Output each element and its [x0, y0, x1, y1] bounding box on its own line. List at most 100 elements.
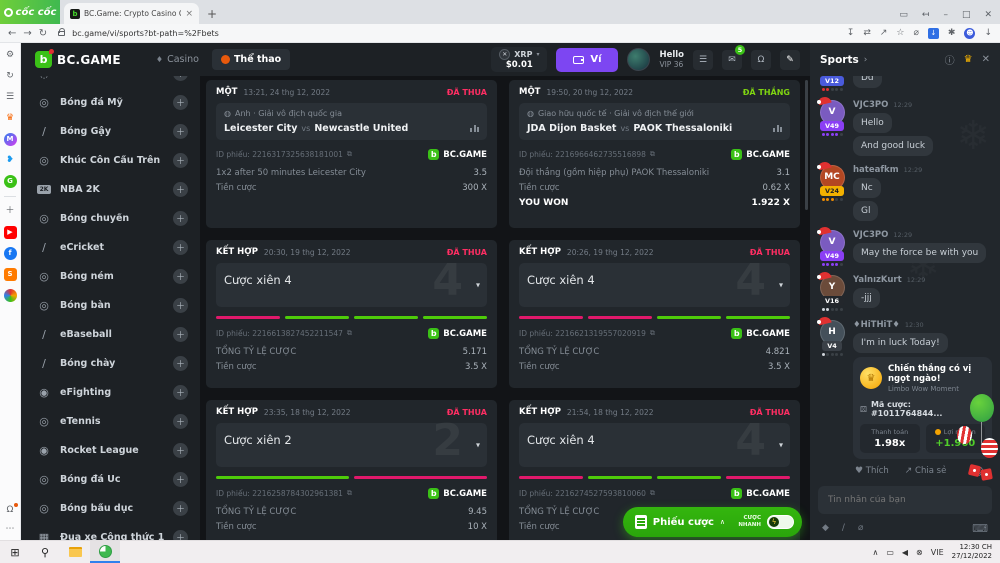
chat-username[interactable]: ♦HiTHiT♦	[853, 320, 900, 330]
sidebar-sport-item[interactable]: ◎ Bóng đá Mỹ ＋	[21, 88, 200, 117]
chat-message-input[interactable]	[818, 486, 992, 514]
copy-icon[interactable]: ⧉	[650, 329, 655, 338]
sidebar-sport-item[interactable]: ◌ ＋	[21, 76, 200, 88]
slash-command-icon[interactable]: ∕	[842, 523, 845, 533]
chat-username[interactable]: YalnızKurt	[853, 275, 902, 285]
sidebar-sport-item[interactable]: ◎ Bóng ném ＋	[21, 262, 200, 291]
expand-plus-button[interactable]: ＋	[173, 76, 188, 81]
coccoc-taskbar-button[interactable]	[90, 541, 120, 563]
copy-icon[interactable]: ⧉	[650, 150, 655, 159]
start-button[interactable]: ⊞	[0, 541, 30, 563]
sidebar-sport-item[interactable]: ∕ Bóng Gậy ＋	[21, 117, 200, 146]
bookmark-star-icon[interactable]: ☆	[896, 28, 904, 38]
window-maximize-button[interactable]: □	[962, 10, 971, 20]
bet-card[interactable]: KẾT HỢP 20:30, 19 thg 12, 2022 ĐÃ THUA C…	[206, 240, 497, 388]
expand-plus-button[interactable]: ＋	[173, 298, 188, 313]
expand-plus-button[interactable]: ＋	[173, 327, 188, 342]
chat-rules-icon[interactable]: ⌀	[858, 523, 863, 533]
games-controller-icon[interactable]: G	[4, 175, 17, 188]
share-icon[interactable]: ↗	[880, 28, 888, 38]
crown-icon[interactable]: ♛	[4, 112, 17, 125]
currency-selector[interactable]: ✕ XRP ▾ $0.01	[491, 47, 547, 72]
bet-card[interactable]: KẾT HỢP 23:35, 18 thg 12, 2022 ĐÃ THUA C…	[206, 400, 497, 548]
tray-expand-icon[interactable]: ∧	[872, 548, 878, 557]
copy-icon[interactable]: ⧉	[347, 150, 352, 159]
messenger-icon[interactable]: M	[4, 133, 17, 146]
language-indicator[interactable]: VIE	[931, 548, 944, 557]
downloads-icon[interactable]: ↓	[984, 28, 992, 38]
shared-win-card[interactable]: ♛Chiến thắng có vị ngọt ngào!Limbo Wow M…	[853, 357, 992, 459]
url-text[interactable]: bc.game/vi/sports?bt-path=%2Fbets	[72, 29, 219, 38]
window-minimize-button[interactable]: –	[943, 10, 948, 20]
main-scrollbar[interactable]	[805, 80, 808, 210]
expand-caret-icon[interactable]: ▾	[779, 281, 783, 290]
expand-caret-icon[interactable]: ▾	[779, 441, 783, 450]
expand-plus-button[interactable]: ＋	[173, 182, 188, 197]
gif-keyboard-icon[interactable]: ⌨	[972, 522, 988, 535]
share-button[interactable]: ↗ Chia sẻ	[905, 466, 947, 476]
misc-app-icon[interactable]	[4, 289, 17, 302]
youtube-icon[interactable]: ▶	[4, 226, 17, 239]
nav-tab-sports[interactable]: Thể thao	[212, 49, 290, 70]
expand-plus-button[interactable]: ＋	[173, 211, 188, 226]
sidebar-sport-item[interactable]: ◉ eFighting ＋	[21, 378, 200, 407]
bet-event-panel[interactable]: ◍Anh · Giải vô địch quốc giaLeicester Ci…	[216, 103, 487, 140]
expand-plus-button[interactable]: ＋	[173, 530, 188, 540]
reload-icon[interactable]: ↻	[39, 28, 47, 39]
twitter-icon[interactable]: ❥	[4, 154, 17, 167]
adblock-shield-icon[interactable]: ⌀	[913, 28, 918, 38]
nav-tab-casino[interactable]: ♦ Casino	[147, 49, 208, 70]
more-options-icon[interactable]: ⋯	[4, 523, 17, 536]
copy-icon[interactable]: ⧉	[347, 329, 352, 338]
window-close-button[interactable]: ✕	[984, 10, 992, 20]
expand-plus-button[interactable]: ＋	[173, 385, 188, 400]
chevron-right-icon[interactable]: ›	[864, 55, 868, 65]
save-page-icon[interactable]: ↧	[847, 28, 855, 38]
back-icon[interactable]: ←	[8, 28, 16, 39]
expand-plus-button[interactable]: ＋	[173, 356, 188, 371]
bet-slip-button[interactable]: Phiếu cược ∧ CƯỢC NHANH ϟ	[623, 507, 802, 537]
expand-caret-icon[interactable]: ▾	[476, 441, 480, 450]
like-button[interactable]: ♥ Thích	[855, 466, 889, 476]
sidebar-sport-item[interactable]: ◎ Bóng chuyền ＋	[21, 204, 200, 233]
expand-plus-button[interactable]: ＋	[173, 501, 188, 516]
bet-card[interactable]: MỘT 13:21, 24 thg 12, 2022 ĐÃ THUA ◍Anh …	[206, 80, 497, 228]
bet-event-panel[interactable]: ◍Giao hữu quốc tế · Giải vô địch thế giớ…	[519, 103, 790, 140]
expand-plus-button[interactable]: ＋	[173, 414, 188, 429]
coccoc-menu-button[interactable]: cốc cốc	[0, 0, 60, 24]
bet-event-panel[interactable]: Cược xiên 44▾	[216, 263, 487, 307]
bcgame-logo[interactable]: b BC.GAME	[35, 51, 121, 68]
shop-app-icon[interactable]: S	[4, 268, 17, 281]
sidebar-sport-item[interactable]: ◎ Bóng bàn ＋	[21, 291, 200, 320]
expand-plus-button[interactable]: ＋	[173, 443, 188, 458]
search-button[interactable]: ⚲	[30, 541, 60, 563]
browser-tab[interactable]: b BC.Game: Crypto Casino Gan ×	[64, 3, 199, 24]
chat-toggle-icon[interactable]: ✎	[780, 50, 800, 70]
chat-username[interactable]: hateafkm	[853, 165, 899, 175]
add-shortcut-icon[interactable]: ＋	[4, 205, 17, 218]
bet-card[interactable]: MỘT 19:50, 20 thg 12, 2022 ĐÃ THẮNG ◍Gia…	[509, 80, 800, 228]
tray-volume-icon[interactable]: ◀	[902, 548, 908, 557]
extensions-icon[interactable]: ✱	[948, 28, 956, 38]
close-chat-icon[interactable]: ✕	[982, 54, 990, 65]
sidebar-sport-item[interactable]: ◎ Bóng bầu dục ＋	[21, 494, 200, 523]
trophy-icon[interactable]: ♛	[964, 54, 973, 65]
clock[interactable]: 12:30 CH 27/12/2022	[952, 543, 992, 562]
sidebar-sport-item[interactable]: ◎ Khúc Côn Cầu Trên Băng ＋	[21, 146, 200, 175]
lock-icon[interactable]	[58, 31, 65, 36]
facebook-icon[interactable]: f	[4, 247, 17, 260]
wallet-button[interactable]: Ví	[556, 48, 618, 72]
sidebar-sport-item[interactable]: ◎ eTennis ＋	[21, 407, 200, 436]
notifications-bell-icon[interactable]: Ω	[4, 504, 17, 517]
download-manager-icon[interactable]: ↓	[928, 28, 939, 39]
chat-room-title[interactable]: Sports	[820, 54, 859, 66]
tab-close-icon[interactable]: ×	[185, 9, 193, 19]
rain-tip-icon[interactable]: ◆	[822, 523, 829, 533]
chat-username[interactable]: VJC3PO	[853, 230, 888, 240]
forward-icon[interactable]: →	[23, 28, 31, 39]
bet-event-panel[interactable]: Cược xiên 22▾	[216, 423, 487, 467]
bet-event-panel[interactable]: Cược xiên 44▾	[519, 423, 790, 467]
tray-network-icon[interactable]: ▭	[886, 548, 894, 557]
expand-plus-button[interactable]: ＋	[173, 240, 188, 255]
stats-chart-icon[interactable]	[470, 125, 479, 132]
